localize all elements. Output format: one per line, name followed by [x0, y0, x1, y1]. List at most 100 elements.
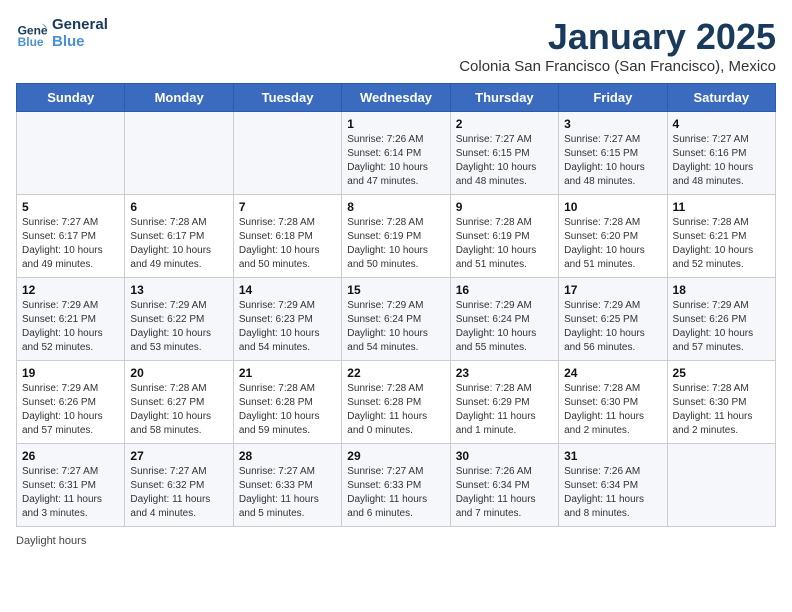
- day-number: 2: [456, 117, 553, 131]
- day-info: Sunrise: 7:28 AM Sunset: 6:28 PM Dayligh…: [347, 382, 444, 438]
- day-info: Sunrise: 7:29 AM Sunset: 6:24 PM Dayligh…: [347, 299, 444, 355]
- footer: Daylight hours: [16, 535, 776, 547]
- day-info: Sunrise: 7:26 AM Sunset: 6:14 PM Dayligh…: [347, 133, 444, 189]
- day-number: 7: [239, 200, 336, 214]
- day-number: 22: [347, 366, 444, 380]
- day-info: Sunrise: 7:27 AM Sunset: 6:31 PM Dayligh…: [22, 465, 119, 521]
- day-info: Sunrise: 7:26 AM Sunset: 6:34 PM Dayligh…: [564, 465, 661, 521]
- day-header-sunday: Sunday: [17, 84, 125, 112]
- day-info: Sunrise: 7:27 AM Sunset: 6:17 PM Dayligh…: [22, 216, 119, 272]
- calendar-cell: 12 Sunrise: 7:29 AM Sunset: 6:21 PM Dayli…: [17, 278, 125, 361]
- day-info: Sunrise: 7:26 AM Sunset: 6:34 PM Dayligh…: [456, 465, 553, 521]
- calendar-table: SundayMondayTuesdayWednesdayThursdayFrid…: [16, 83, 776, 527]
- day-info: Sunrise: 7:28 AM Sunset: 6:29 PM Dayligh…: [456, 382, 553, 438]
- day-info: Sunrise: 7:29 AM Sunset: 6:21 PM Dayligh…: [22, 299, 119, 355]
- calendar-week-row: 19 Sunrise: 7:29 AM Sunset: 6:26 PM Dayli…: [17, 361, 776, 444]
- day-number: 14: [239, 283, 336, 297]
- calendar-cell: 15 Sunrise: 7:29 AM Sunset: 6:24 PM Dayli…: [342, 278, 450, 361]
- day-number: 21: [239, 366, 336, 380]
- calendar-cell: 11 Sunrise: 7:28 AM Sunset: 6:21 PM Dayli…: [667, 195, 775, 278]
- day-number: 24: [564, 366, 661, 380]
- calendar-cell: 24 Sunrise: 7:28 AM Sunset: 6:30 PM Dayli…: [559, 361, 667, 444]
- day-header-monday: Monday: [125, 84, 233, 112]
- day-number: 4: [673, 117, 770, 131]
- day-info: Sunrise: 7:27 AM Sunset: 6:33 PM Dayligh…: [239, 465, 336, 521]
- day-number: 25: [673, 366, 770, 380]
- day-info: Sunrise: 7:27 AM Sunset: 6:16 PM Dayligh…: [673, 133, 770, 189]
- logo: General Blue General Blue: [16, 16, 108, 50]
- calendar-cell: 4 Sunrise: 7:27 AM Sunset: 6:16 PM Daylig…: [667, 112, 775, 195]
- calendar-cell: 16Sunrise: 7:29 AM Sunset: 6:24 PM Dayli…: [450, 278, 558, 361]
- calendar-week-row: 12 Sunrise: 7:29 AM Sunset: 6:21 PM Dayli…: [17, 278, 776, 361]
- calendar-cell: 26 Sunrise: 7:27 AM Sunset: 6:31 PM Dayli…: [17, 444, 125, 527]
- calendar-cell: 3Sunrise: 7:27 AM Sunset: 6:15 PM Daylig…: [559, 112, 667, 195]
- day-header-saturday: Saturday: [667, 84, 775, 112]
- logo-icon: General Blue: [16, 17, 48, 49]
- day-number: 27: [130, 449, 227, 463]
- day-header-tuesday: Tuesday: [233, 84, 341, 112]
- day-number: 8: [347, 200, 444, 214]
- day-info: Sunrise: 7:28 AM Sunset: 6:17 PM Dayligh…: [130, 216, 227, 272]
- day-number: 3: [564, 117, 661, 131]
- day-number: 20: [130, 366, 227, 380]
- calendar-week-row: 26 Sunrise: 7:27 AM Sunset: 6:31 PM Dayli…: [17, 444, 776, 527]
- calendar-cell: 27 Sunrise: 7:27 AM Sunset: 6:32 PM Dayli…: [125, 444, 233, 527]
- logo-line1: General: [52, 16, 108, 33]
- calendar-cell: 30 Sunrise: 7:26 AM Sunset: 6:34 PM Dayli…: [450, 444, 558, 527]
- calendar-cell: [233, 112, 341, 195]
- day-number: 15: [347, 283, 444, 297]
- day-number: 10: [564, 200, 661, 214]
- day-number: 23: [456, 366, 553, 380]
- logo-line2: Blue: [52, 33, 108, 50]
- day-number: 19: [22, 366, 119, 380]
- calendar-cell: 31 Sunrise: 7:26 AM Sunset: 6:34 PM Dayli…: [559, 444, 667, 527]
- day-number: 12: [22, 283, 119, 297]
- day-info: Sunrise: 7:28 AM Sunset: 6:21 PM Dayligh…: [673, 216, 770, 272]
- calendar-cell: 29 Sunrise: 7:27 AM Sunset: 6:33 PM Dayli…: [342, 444, 450, 527]
- calendar-cell: 18Sunrise: 7:29 AM Sunset: 6:26 PM Dayli…: [667, 278, 775, 361]
- footer-label: Daylight hours: [16, 535, 86, 547]
- calendar-cell: 17Sunrise: 7:29 AM Sunset: 6:25 PM Dayli…: [559, 278, 667, 361]
- calendar-cell: 14 Sunrise: 7:29 AM Sunset: 6:23 PM Dayli…: [233, 278, 341, 361]
- day-info: Sunrise: 7:28 AM Sunset: 6:19 PM Dayligh…: [347, 216, 444, 272]
- calendar-cell: [125, 112, 233, 195]
- calendar-cell: 21 Sunrise: 7:28 AM Sunset: 6:28 PM Dayli…: [233, 361, 341, 444]
- day-info: Sunrise: 7:28 AM Sunset: 6:20 PM Dayligh…: [564, 216, 661, 272]
- day-number: 31: [564, 449, 661, 463]
- day-info: Sunrise: 7:27 AM Sunset: 6:33 PM Dayligh…: [347, 465, 444, 521]
- day-number: 30: [456, 449, 553, 463]
- day-info: Sunrise: 7:28 AM Sunset: 6:30 PM Dayligh…: [564, 382, 661, 438]
- day-header-wednesday: Wednesday: [342, 84, 450, 112]
- day-header-friday: Friday: [559, 84, 667, 112]
- day-number: 28: [239, 449, 336, 463]
- day-number: 5: [22, 200, 119, 214]
- calendar-cell: 20Sunrise: 7:28 AM Sunset: 6:27 PM Dayli…: [125, 361, 233, 444]
- day-number: 13: [130, 283, 227, 297]
- calendar-cell: 2 Sunrise: 7:27 AM Sunset: 6:15 PM Daylig…: [450, 112, 558, 195]
- day-info: Sunrise: 7:28 AM Sunset: 6:30 PM Dayligh…: [673, 382, 770, 438]
- day-info: Sunrise: 7:29 AM Sunset: 6:22 PM Dayligh…: [130, 299, 227, 355]
- day-number: 16: [456, 283, 553, 297]
- day-info: Sunrise: 7:29 AM Sunset: 6:25 PM Dayligh…: [564, 299, 661, 355]
- calendar-header-row: SundayMondayTuesdayWednesdayThursdayFrid…: [17, 84, 776, 112]
- day-number: 9: [456, 200, 553, 214]
- calendar-cell: 23 Sunrise: 7:28 AM Sunset: 6:29 PM Dayli…: [450, 361, 558, 444]
- page-header: General Blue General Blue January 2025 C…: [16, 16, 776, 75]
- calendar-cell: 1Sunrise: 7:26 AM Sunset: 6:14 PM Daylig…: [342, 112, 450, 195]
- day-number: 11: [673, 200, 770, 214]
- calendar-cell: 5 Sunrise: 7:27 AM Sunset: 6:17 PM Daylig…: [17, 195, 125, 278]
- day-info: Sunrise: 7:29 AM Sunset: 6:23 PM Dayligh…: [239, 299, 336, 355]
- calendar-cell: 22 Sunrise: 7:28 AM Sunset: 6:28 PM Dayli…: [342, 361, 450, 444]
- day-info: Sunrise: 7:29 AM Sunset: 6:26 PM Dayligh…: [22, 382, 119, 438]
- calendar-cell: 9Sunrise: 7:28 AM Sunset: 6:19 PM Daylig…: [450, 195, 558, 278]
- day-info: Sunrise: 7:28 AM Sunset: 6:28 PM Dayligh…: [239, 382, 336, 438]
- day-number: 29: [347, 449, 444, 463]
- calendar-cell: 7Sunrise: 7:28 AM Sunset: 6:18 PM Daylig…: [233, 195, 341, 278]
- calendar-cell: [667, 444, 775, 527]
- calendar-cell: 28 Sunrise: 7:27 AM Sunset: 6:33 PM Dayli…: [233, 444, 341, 527]
- svg-text:Blue: Blue: [18, 35, 44, 49]
- day-number: 26: [22, 449, 119, 463]
- day-info: Sunrise: 7:27 AM Sunset: 6:32 PM Dayligh…: [130, 465, 227, 521]
- day-info: Sunrise: 7:27 AM Sunset: 6:15 PM Dayligh…: [456, 133, 553, 189]
- calendar-cell: 13 Sunrise: 7:29 AM Sunset: 6:22 PM Dayli…: [125, 278, 233, 361]
